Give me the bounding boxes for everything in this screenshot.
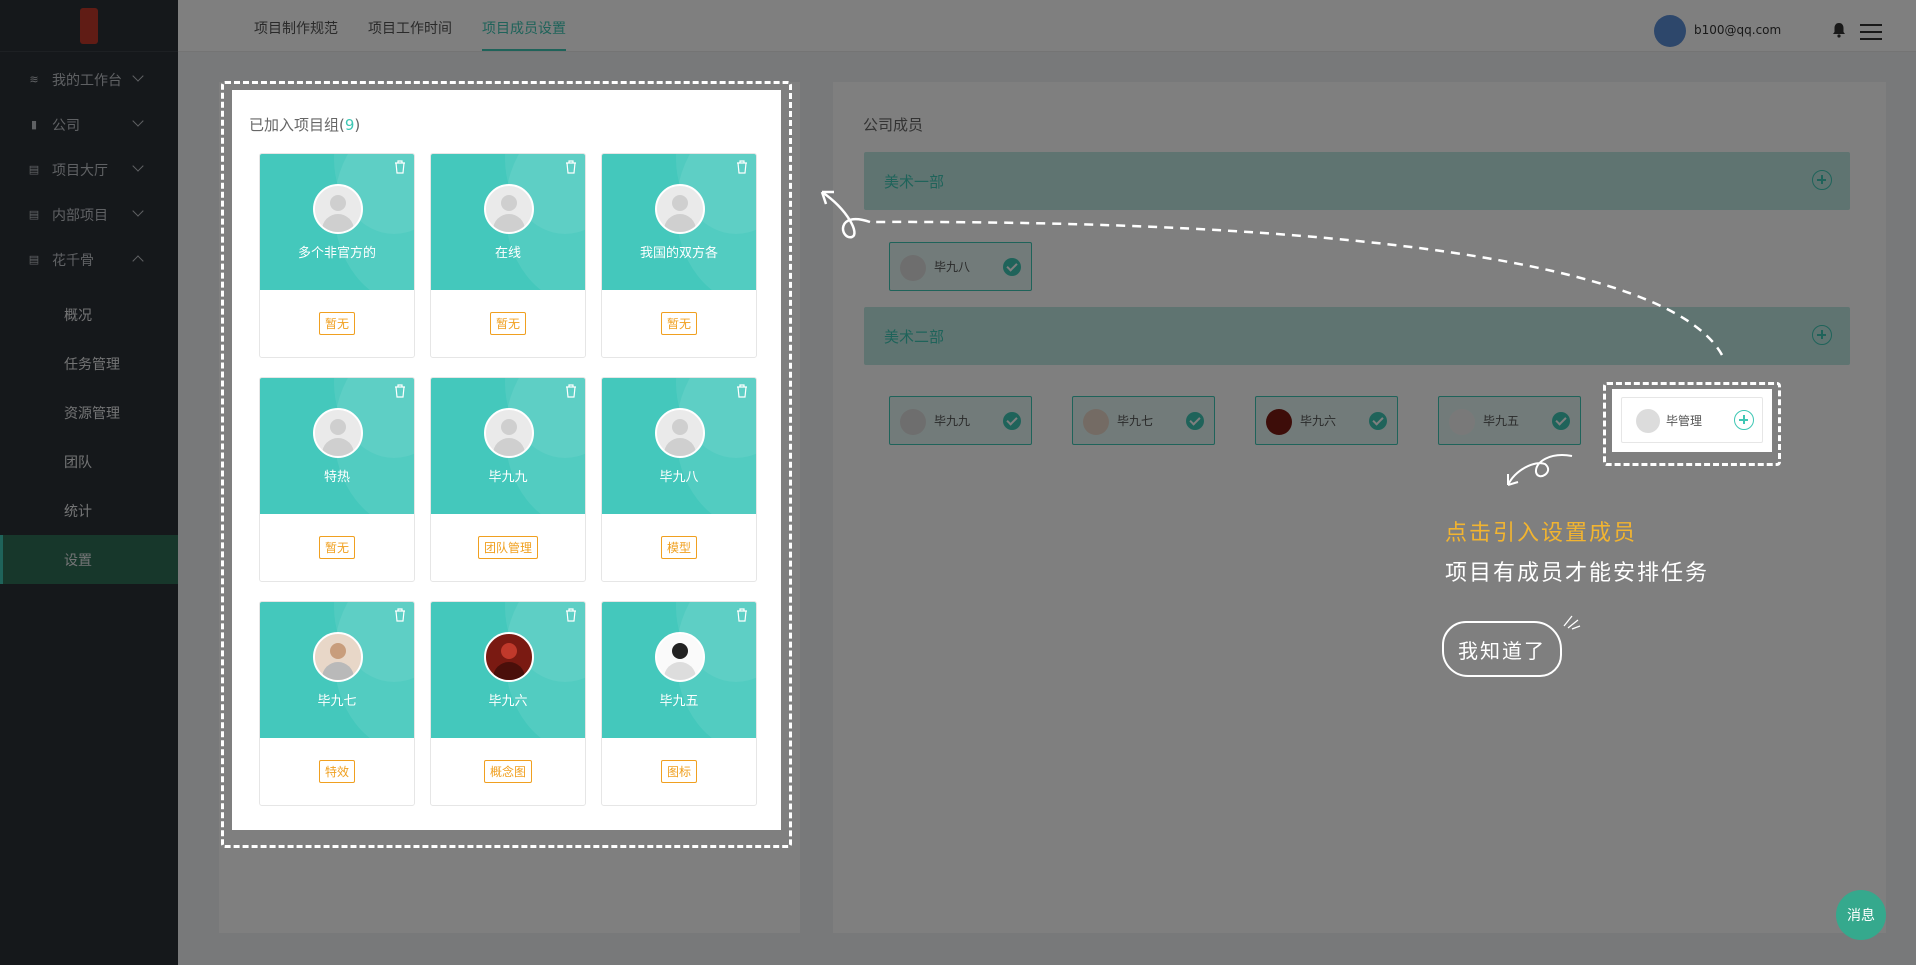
sidebar: ≋ 我的工作台 ▮ 公司 ▤ 项目大厅 ▤ 内部项目 ▤ 花千骨 概况 任务管理… (0, 0, 178, 965)
trash-icon[interactable] (736, 608, 748, 622)
tab-worktime[interactable]: 项目工作时间 (368, 18, 452, 38)
role-tag: 暂无 (660, 312, 698, 335)
member-card[interactable]: 毕九九 团队管理 (430, 377, 586, 582)
role-tag: 暂无 (489, 312, 527, 335)
role-tag: 团队管理 (477, 536, 539, 559)
sidebar-sub-overview[interactable]: 概况 (0, 290, 178, 339)
member-name: 我国的双方各 (639, 246, 718, 261)
sidebar-item-label: 我的工作台 (52, 72, 122, 89)
joined-title: 已加入项目组(9) (249, 114, 360, 135)
role-tag: 特效 (318, 760, 356, 783)
trash-icon[interactable] (736, 160, 748, 174)
member-name: 毕九九 (488, 470, 528, 485)
avatar (484, 184, 534, 234)
avatar (313, 632, 363, 682)
sidebar-sub-settings[interactable]: 设置 (0, 535, 178, 584)
user-email[interactable]: b100@qq.com (1694, 23, 1781, 37)
sidebar-sub-tasks[interactable]: 任务管理 (0, 339, 178, 388)
tab-members[interactable]: 项目成员设置 (482, 18, 566, 38)
layers-icon: ≋ (29, 72, 39, 86)
role-tag: 暂无 (318, 312, 356, 335)
sidebar-item-label: 项目大厅 (52, 162, 108, 179)
logo[interactable] (0, 0, 178, 52)
tab-underline (482, 49, 566, 51)
member-card[interactable]: 在线 暂无 (430, 153, 586, 358)
joined-count: 9 (344, 116, 355, 134)
guide-text-secondary: 项目有成员才能安排任务 (1445, 561, 1710, 586)
member-card[interactable]: 毕九五 图标 (601, 601, 757, 806)
chevron-down-icon (132, 205, 144, 217)
sidebar-sub-resources[interactable]: 资源管理 (0, 388, 178, 437)
guide-text-primary: 点击引入设置成员 (1445, 521, 1638, 546)
member-card[interactable]: 特热 暂无 (259, 377, 415, 582)
avatar (313, 184, 363, 234)
small-arrow (1507, 454, 1573, 486)
avatar (655, 408, 705, 458)
trash-icon[interactable] (736, 384, 748, 398)
avatar[interactable] (1654, 15, 1686, 47)
got-it-button[interactable]: 我知道了 (1442, 621, 1562, 677)
avatar (484, 408, 534, 458)
sidebar-item-label: 内部项目 (52, 207, 108, 224)
plus-circle-icon[interactable] (1812, 170, 1832, 190)
sidebar-item-project-hall[interactable]: ▤ 项目大厅 (0, 147, 178, 192)
member-name: 在线 (494, 246, 521, 261)
company-title: 公司成员 (863, 116, 924, 134)
member-card[interactable]: 毕九七 特效 (259, 601, 415, 806)
trash-icon[interactable] (394, 608, 406, 622)
plus-circle-icon[interactable] (1812, 325, 1832, 345)
role-tag: 模型 (660, 536, 698, 559)
topbar: 项目制作规范 项目工作时间 项目成员设置 b100@qq.com (178, 0, 1916, 52)
sidebar-item-label: 公司 (52, 117, 80, 134)
chevron-down-icon (132, 115, 144, 127)
tab-spec[interactable]: 项目制作规范 (254, 18, 338, 38)
role-tag: 图标 (660, 760, 698, 783)
menu-icon[interactable] (1860, 24, 1882, 40)
member-name: 多个非官方的 (297, 246, 376, 261)
member-name: 毕九六 (488, 694, 528, 709)
trash-icon[interactable] (394, 160, 406, 174)
message-button[interactable]: 消息 (1836, 890, 1886, 940)
joined-title-text: 已加入项目组( (249, 116, 345, 134)
member-card[interactable]: 多个非官方的 暂无 (259, 153, 415, 358)
member-card[interactable]: 毕九六 概念图 (430, 601, 586, 806)
calendar-icon: ▤ (28, 207, 40, 221)
member-name: 特热 (323, 470, 350, 485)
role-tag: 暂无 (318, 536, 356, 559)
avatar (313, 408, 363, 458)
sparkle-icon (1563, 615, 1581, 630)
bar-chart-icon: ▮ (30, 117, 38, 131)
bell-icon[interactable] (1832, 22, 1846, 38)
chevron-down-icon (132, 70, 144, 82)
logo-mark (80, 7, 98, 44)
joined-title-close: ) (354, 116, 361, 134)
trash-icon[interactable] (394, 384, 406, 398)
calendar-icon: ▤ (28, 162, 40, 176)
sidebar-sub-team[interactable]: 团队 (0, 437, 178, 486)
trash-icon[interactable] (565, 608, 577, 622)
member-name: 毕九七 (317, 694, 357, 709)
avatar (655, 184, 705, 234)
member-name: 毕九八 (659, 470, 699, 485)
sidebar-item-huaqiangu[interactable]: ▤ 花千骨 (0, 237, 178, 282)
member-card[interactable]: 我国的双方各 暂无 (601, 153, 757, 358)
sidebar-item-label: 花千骨 (52, 252, 94, 269)
chevron-down-icon (132, 160, 144, 172)
avatar (655, 632, 705, 682)
sidebar-item-workbench[interactable]: ≋ 我的工作台 (0, 57, 178, 102)
trash-icon[interactable] (565, 160, 577, 174)
member-card[interactable]: 毕九八 模型 (601, 377, 757, 582)
member-name: 毕九五 (659, 694, 699, 709)
role-tag: 概念图 (483, 760, 533, 783)
trash-icon[interactable] (565, 384, 577, 398)
chevron-up-icon (132, 255, 144, 267)
sidebar-sub-stats[interactable]: 统计 (0, 486, 178, 535)
sidebar-item-company[interactable]: ▮ 公司 (0, 102, 178, 147)
avatar (484, 632, 534, 682)
sidebar-item-internal[interactable]: ▤ 内部项目 (0, 192, 178, 237)
calendar-icon: ▤ (28, 252, 40, 266)
guide-arrow (820, 190, 1724, 356)
